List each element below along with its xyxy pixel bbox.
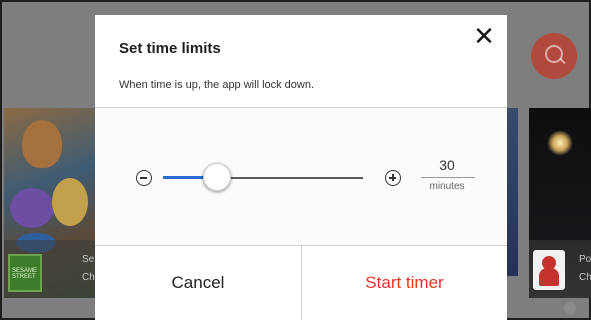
video-card-left[interactable]: SESAME STREET Se Ch [4, 108, 96, 298]
minus-circle-icon[interactable] [136, 170, 152, 186]
card-subtitle: Ch [579, 272, 591, 283]
card-subtitle: Ch [82, 272, 95, 283]
plus-circle-icon[interactable] [385, 170, 401, 186]
dialog-header: Set time limits When time is up, the app… [95, 15, 507, 107]
dialog-subtitle: When time is up, the app will lock down. [119, 79, 315, 91]
cancel-button[interactable]: Cancel [95, 246, 301, 320]
time-unit: minutes [429, 181, 465, 192]
sesame-street-logo: SESAME STREET [8, 254, 42, 292]
character-icon [533, 250, 565, 290]
close-icon[interactable]: ✕ [473, 23, 495, 49]
search-button[interactable] [531, 33, 577, 79]
video-card-right[interactable]: Po Ch [529, 108, 591, 298]
time-slider-thumb[interactable] [203, 163, 231, 191]
time-value: 30 [439, 157, 455, 173]
dialog-title: Set time limits [119, 40, 221, 57]
start-timer-button[interactable]: Start timer [302, 246, 507, 320]
divider [421, 177, 475, 178]
card-title: Se [82, 254, 95, 265]
time-limit-dialog: Set time limits When time is up, the app… [95, 15, 507, 320]
page-indicator [564, 302, 576, 314]
card-title: Po [579, 254, 591, 265]
